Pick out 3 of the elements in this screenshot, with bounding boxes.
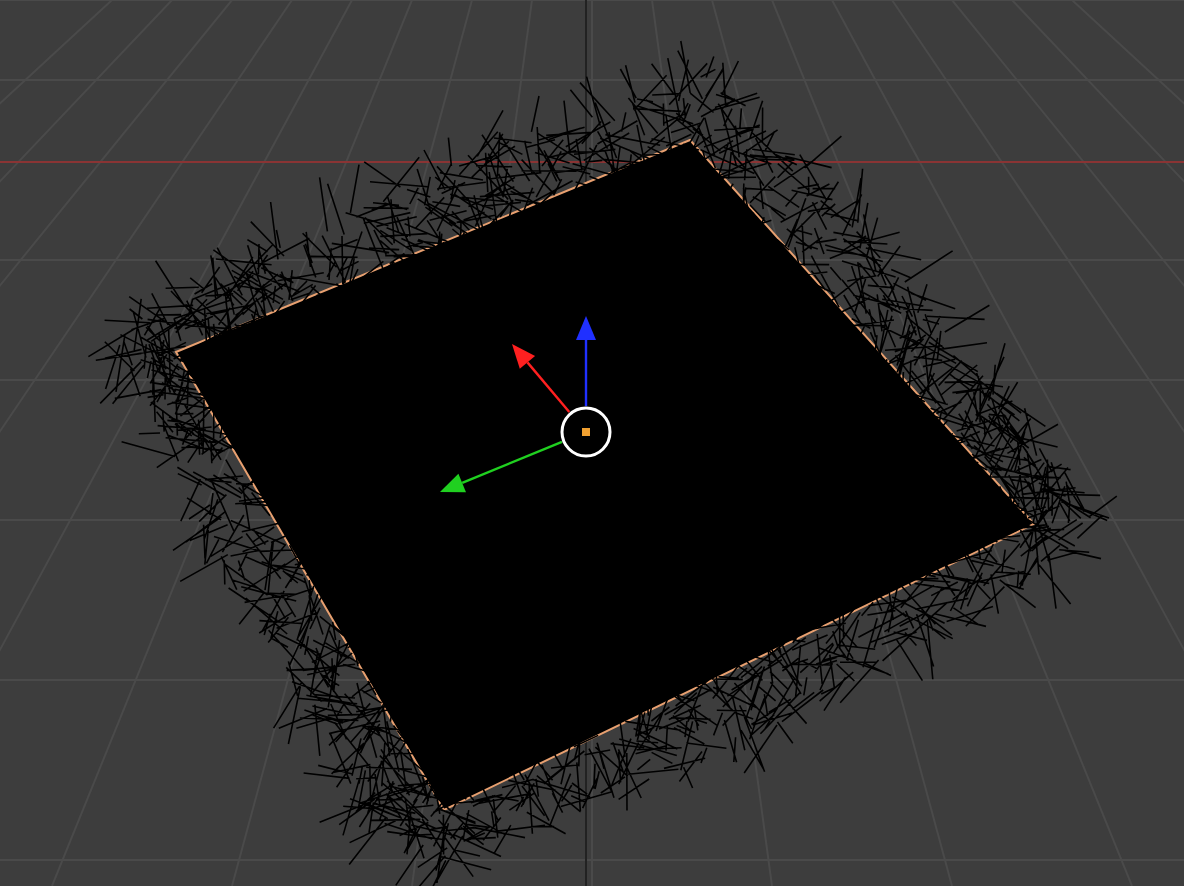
gizmo-ring-icon[interactable] <box>560 406 612 458</box>
axis-arrow[interactable] <box>512 344 571 413</box>
axis-arrow[interactable] <box>440 440 563 493</box>
